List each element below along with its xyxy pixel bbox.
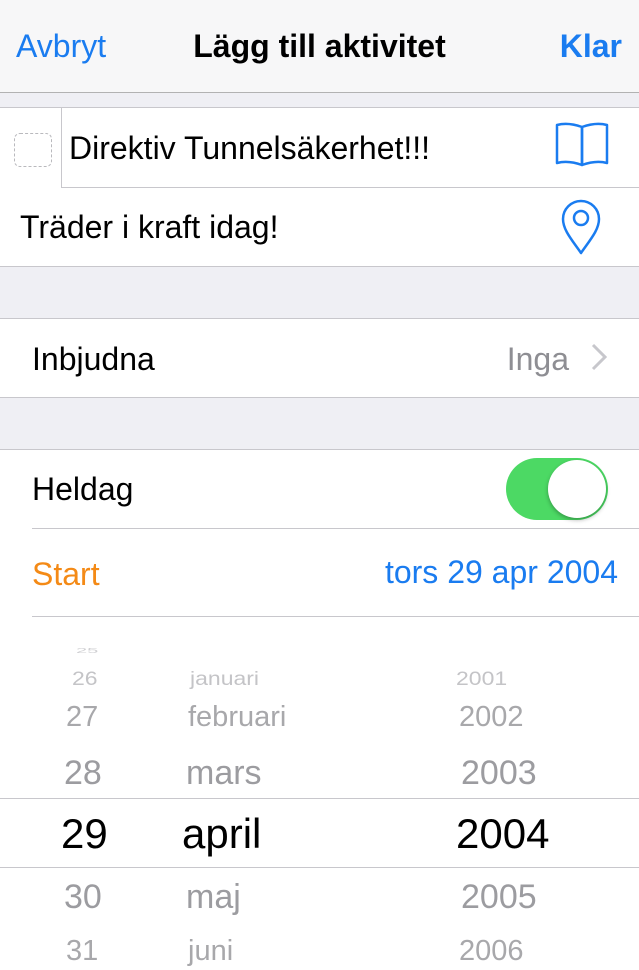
toggle-knob: [548, 460, 606, 518]
event-details-section: Direktiv Tunnelsäkerhet!!! Träder i kraf…: [0, 107, 639, 267]
checkbox[interactable]: [14, 133, 52, 167]
picker-year[interactable]: 2005: [461, 878, 537, 917]
location-pin-icon[interactable]: [560, 198, 602, 261]
book-icon[interactable]: [554, 121, 610, 172]
picker-day-selected[interactable]: 29: [61, 810, 108, 858]
navigation-bar: Avbryt Lägg till aktivitet Klar: [0, 0, 639, 93]
allday-toggle[interactable]: [506, 458, 608, 520]
picker-year[interactable]: 2001: [456, 667, 507, 690]
invitees-value: Inga: [506, 341, 569, 377]
picker-day[interactable]: 28: [64, 754, 102, 793]
picker-month[interactable]: maj: [186, 878, 241, 917]
picker-month[interactable]: mars: [186, 754, 262, 793]
picker-month[interactable]: februari: [188, 701, 286, 734]
picker-year-selected[interactable]: 2004: [456, 810, 549, 858]
allday-label: Heldag: [32, 471, 134, 507]
picker-year[interactable]: 2003: [461, 754, 537, 793]
selection-line: [0, 867, 639, 868]
done-button[interactable]: Klar: [560, 28, 622, 65]
page-title: Lägg till aktivitet: [193, 28, 446, 64]
picker-month-selected[interactable]: april: [182, 810, 261, 858]
picker-day[interactable]: 30: [64, 878, 102, 917]
picker-day[interactable]: 26: [72, 667, 98, 690]
divider: [32, 528, 639, 529]
picker-month[interactable]: juni: [188, 935, 233, 968]
picker-year[interactable]: 2006: [459, 935, 524, 968]
picker-month[interactable]: januari: [190, 667, 259, 690]
date-picker[interactable]: 25 26 27 28 29 30 31 januari februari ma…: [0, 617, 639, 969]
start-label[interactable]: Start: [32, 556, 100, 593]
chevron-right-icon: [591, 343, 608, 376]
divider: [61, 187, 639, 188]
invitees-section[interactable]: Inbjudna Inga: [0, 318, 639, 398]
title-field[interactable]: Direktiv Tunnelsäkerhet!!!: [69, 130, 430, 167]
location-field[interactable]: Träder i kraft idag!: [20, 209, 278, 246]
picker-day[interactable]: 27: [66, 701, 98, 734]
selection-line: [0, 798, 639, 799]
picker-day-partial: 25: [76, 647, 99, 655]
start-value[interactable]: tors 29 apr 2004: [385, 554, 618, 591]
invitees-label: Inbjudna: [32, 341, 155, 377]
picker-year[interactable]: 2002: [459, 701, 524, 734]
picker-day[interactable]: 31: [66, 935, 98, 968]
divider: [61, 108, 62, 187]
